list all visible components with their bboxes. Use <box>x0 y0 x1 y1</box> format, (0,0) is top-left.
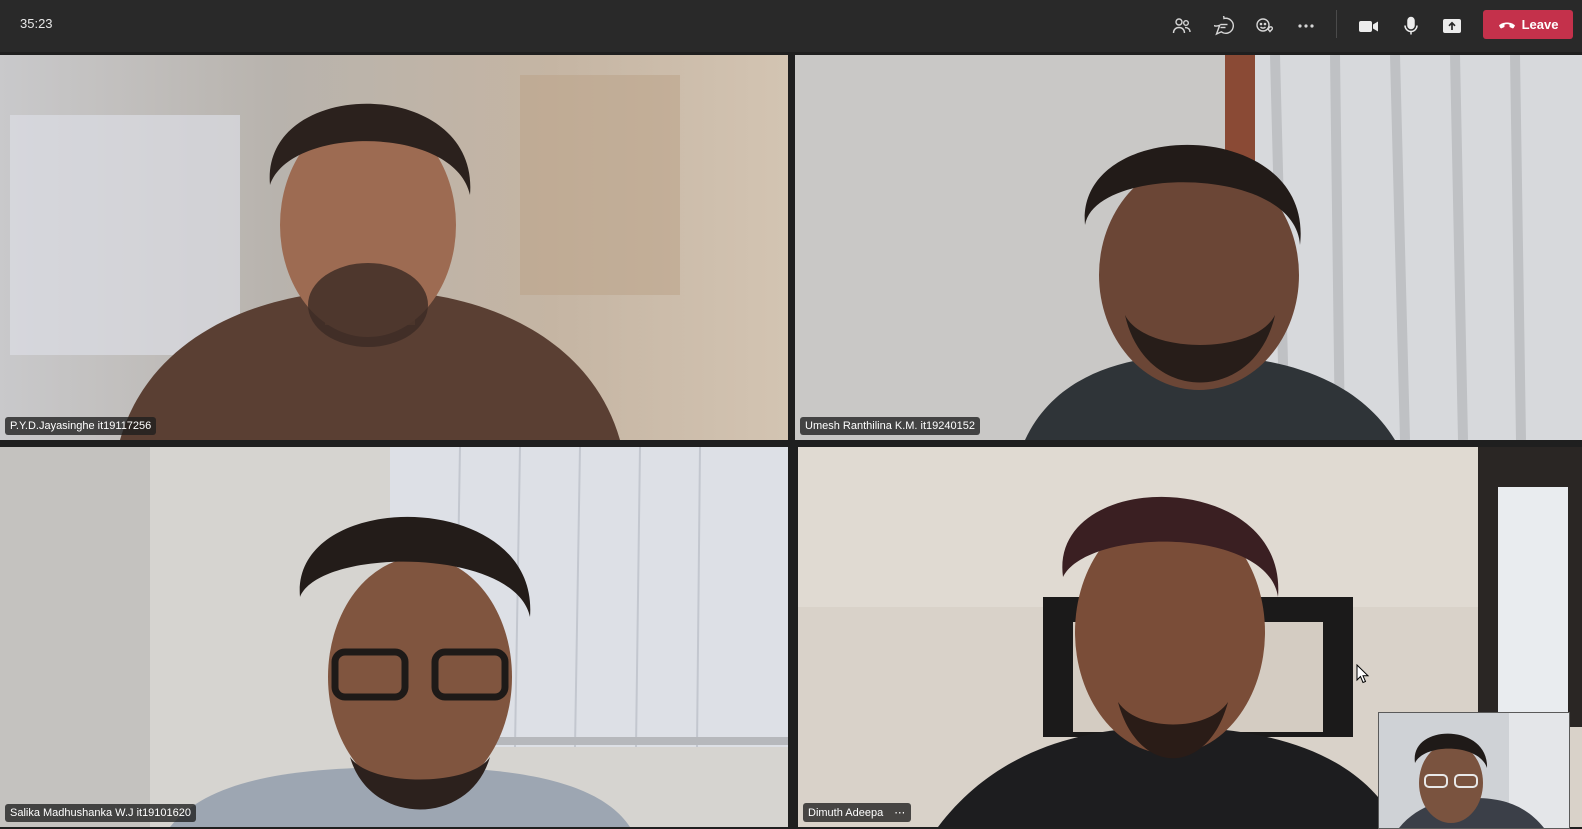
participant-name-tag: Umesh Ranthilina K.M. it19240152 <box>800 417 980 435</box>
meeting-toolbar: 35:23 Leave <box>0 0 1582 52</box>
more-options-icon[interactable]: ⋯ <box>894 807 906 819</box>
self-view-video[interactable] <box>1378 712 1570 829</box>
people-icon[interactable] <box>1167 12 1197 40</box>
video-tile-participant-2[interactable]: Umesh Ranthilina K.M. it19240152 <box>795 55 1582 440</box>
participant-video <box>0 55 788 440</box>
share-icon[interactable] <box>1437 12 1467 40</box>
participant-name-tag: P.Y.D.Jayasinghe it19117256 <box>5 417 157 435</box>
hang-up-icon <box>1498 22 1515 28</box>
participant-name-tag: Dimuth Adeepa ⋯ <box>803 803 912 822</box>
video-tile-participant-1[interactable]: P.Y.D.Jayasinghe it19117256 <box>0 55 788 440</box>
participant-video <box>0 447 788 827</box>
toolbar-divider <box>1336 10 1337 38</box>
video-tile-participant-3[interactable]: Salika Madhushanka W.J it19101620 <box>0 447 788 827</box>
participant-name: Dimuth Adeepa <box>808 807 884 819</box>
camera-icon[interactable] <box>1354 12 1384 40</box>
chat-icon[interactable] <box>1209 12 1239 40</box>
participant-video <box>795 55 1582 440</box>
call-timer: 35:23 <box>20 16 53 31</box>
leave-button[interactable]: Leave <box>1483 10 1573 39</box>
self-video <box>1379 713 1569 828</box>
mic-icon[interactable] <box>1396 12 1426 40</box>
participant-name-tag: Salika Madhushanka W.J it19101620 <box>5 804 197 822</box>
more-icon[interactable] <box>1291 12 1321 40</box>
leave-label: Leave <box>1521 17 1559 32</box>
reactions-icon[interactable] <box>1250 12 1280 40</box>
mouse-cursor-icon <box>1356 664 1370 684</box>
